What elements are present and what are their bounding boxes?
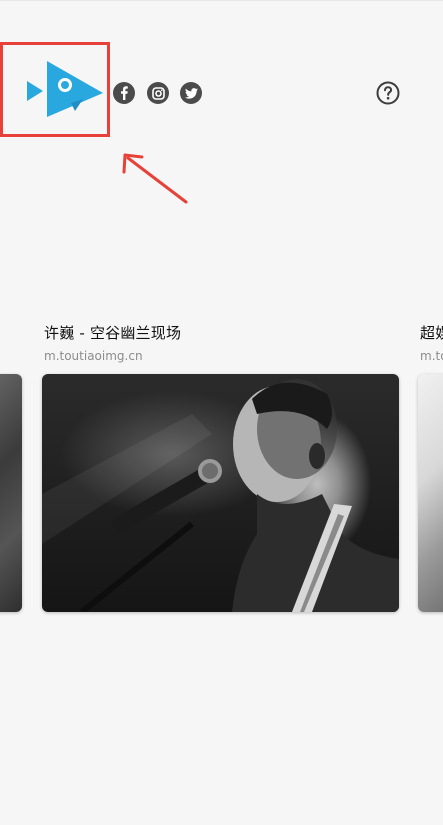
next-card-title[interactable]: 超娱 [420, 322, 443, 343]
next-card-image[interactable] [418, 374, 443, 612]
instagram-icon[interactable] [147, 82, 169, 104]
twitter-icon[interactable] [180, 82, 202, 104]
next-card-domain: m.to [420, 349, 443, 363]
card-domain: m.toutiaoimg.cn [44, 349, 143, 363]
facebook-icon[interactable] [113, 82, 135, 104]
fish-play-logo-icon[interactable] [27, 59, 107, 119]
logo-highlight-box [0, 42, 110, 137]
previous-card-image[interactable] [0, 374, 22, 612]
question-circle-icon[interactable] [376, 81, 400, 105]
app-screen: 许巍 - 空谷幽兰现场 m.toutiaoimg.cn 超娱 m.to [0, 0, 443, 825]
singer-illustration [42, 379, 399, 612]
card-title[interactable]: 许巍 - 空谷幽兰现场 [44, 322, 181, 343]
red-arrow-annotation [122, 153, 188, 204]
card-image-singer[interactable] [42, 374, 399, 612]
top-divider [0, 0, 443, 1]
